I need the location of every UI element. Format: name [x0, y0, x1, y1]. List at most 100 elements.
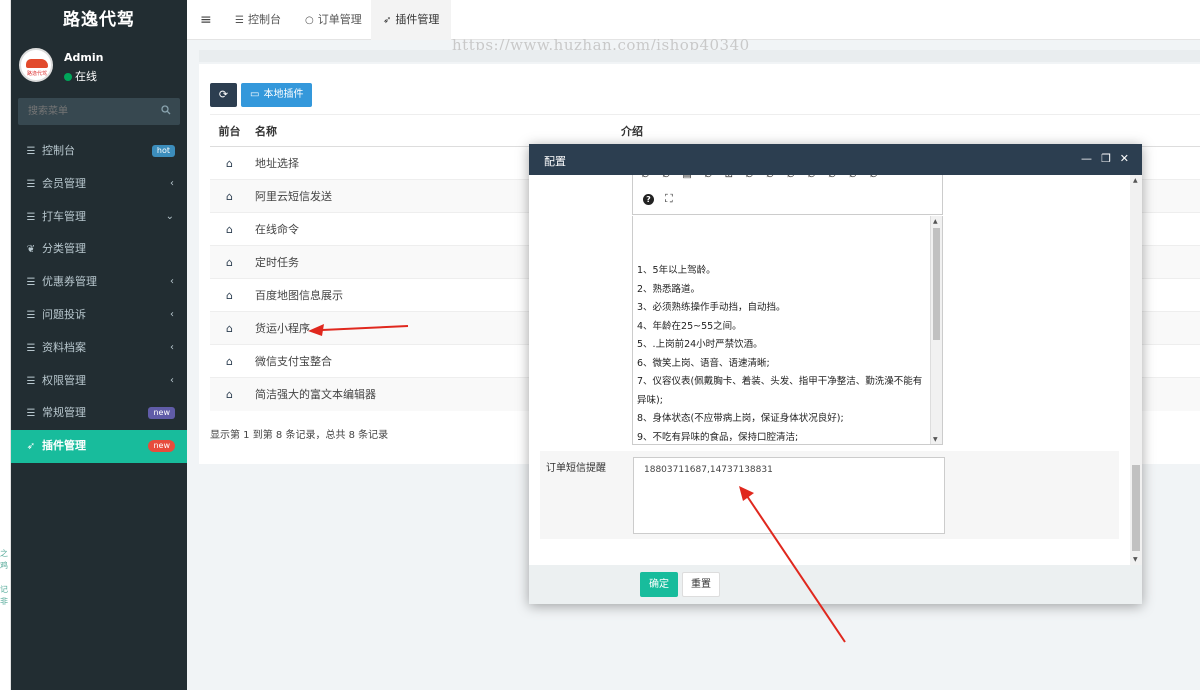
left-edge-strip: 之鸡记非	[0, 0, 11, 690]
editor-line: 4、年龄在25~55之间。	[637, 320, 742, 332]
modal-scrollbar[interactable]: ▲ ▼	[1130, 175, 1142, 565]
scrollbar-thumb[interactable]	[933, 228, 940, 340]
sidebar-item-label: 会员管理	[42, 176, 86, 190]
sidebar-menu: ☰ 控制台 hot ☰ 会员管理 ‹ ☰ 打车管理 ⌄ ❦ 分类管理 ☰ 优惠券管理 ‹ ☰ 问题投…	[11, 135, 187, 463]
minimize-icon[interactable]: —	[1081, 152, 1092, 165]
chevron-left-icon: ‹	[170, 341, 174, 353]
list-icon: ☰	[26, 375, 36, 387]
maximize-icon[interactable]: ❐	[1101, 152, 1111, 165]
online-dot-icon	[64, 73, 72, 81]
scroll-down-icon[interactable]: ▼	[933, 436, 938, 443]
tab-orders[interactable]: ○ 订单管理	[293, 0, 374, 40]
table-header-row: 前台 名称 介绍	[210, 114, 1200, 147]
tab-label: 订单管理	[317, 13, 362, 26]
sidebar-item-label: 常规管理	[42, 406, 86, 420]
sidebar-item-general[interactable]: ☰ 常规管理 new	[11, 397, 187, 430]
editor-line: 7、仪容仪表(佩戴胸卡、着装、头发、指甲干净整洁、勤洗澡不能有异味);	[637, 376, 923, 406]
tab-dashboard[interactable]: ☰ 控制台	[223, 0, 293, 40]
help-icon[interactable]: ?	[643, 194, 654, 205]
home-icon[interactable]: ⌂	[226, 157, 233, 170]
sidebar-item-category[interactable]: ❦ 分类管理	[11, 233, 187, 266]
editor-scrollbar[interactable]: ▲ ▼	[930, 216, 942, 444]
column-header[interactable]: 名称	[249, 114, 615, 147]
sidebar-item-taxi[interactable]: ☰ 打车管理 ⌄	[11, 201, 187, 234]
list-icon: ☰	[26, 277, 36, 289]
tab-label: 插件管理	[395, 13, 440, 26]
chevron-left-icon: ‹	[170, 177, 174, 189]
sidebar-item-archives[interactable]: ☰ 资料档案 ‹	[11, 332, 187, 365]
sidebar-item-label: 插件管理	[42, 439, 86, 453]
home-icon[interactable]: ⌂	[226, 256, 233, 269]
chevron-left-icon: ‹	[170, 308, 174, 320]
home-icon[interactable]: ⌂	[226, 388, 233, 401]
sidebar-item-label: 分类管理	[42, 242, 86, 256]
scroll-down-icon[interactable]: ▼	[1133, 556, 1138, 563]
red-arrow-annotation	[739, 486, 846, 643]
sidebar-item-label: 问题投诉	[42, 307, 86, 321]
reset-button[interactable]: 重置	[682, 572, 720, 597]
scroll-up-icon[interactable]: ▲	[1133, 177, 1138, 184]
sidebar-item-dashboard[interactable]: ☰ 控制台 hot	[11, 135, 187, 168]
sidebar-item-label: 资料档案	[42, 340, 86, 354]
sidebar-item-label: 权限管理	[42, 373, 86, 387]
scroll-up-icon[interactable]: ▲	[933, 218, 938, 225]
content-header-strip	[199, 50, 1200, 62]
editor-line: 5、.上岗前24小时严禁饮酒。	[637, 339, 763, 350]
sidebar-item-members[interactable]: ☰ 会员管理 ‹	[11, 168, 187, 201]
home-icon[interactable]: ⌂	[226, 223, 233, 236]
modal-title: 配置	[544, 155, 566, 168]
rocket-icon: ➶	[383, 15, 392, 26]
editor-toolbar-row[interactable]: ∅∅▤∅⊞∅∅∅∅∅∅∅	[632, 175, 943, 182]
list-icon: ☰	[26, 178, 36, 190]
rich-text-editor[interactable]: 1、5年以上驾龄。 2、熟悉路道。 3、必须熟练操作手动挡，自动挡。 4、年龄在…	[632, 216, 943, 445]
local-plugins-label: 本地插件	[263, 89, 304, 100]
home-icon[interactable]: ⌂	[226, 355, 233, 368]
menu-toggle-icon[interactable]: ≡	[200, 12, 212, 28]
tab-label: 控制台	[247, 13, 281, 26]
pagination-info: 显示第 1 到第 8 条记录，总共 8 条记录	[210, 430, 389, 441]
laptop-icon: ▭	[250, 89, 260, 100]
refresh-icon: ⟳	[218, 88, 229, 101]
search-icon[interactable]	[161, 105, 171, 115]
editor-line: 6、微笑上岗、语音、语速清晰;	[637, 357, 770, 369]
sidebar-search	[18, 98, 180, 125]
editor-line: 9、不吃有异味的食品，保持口腔清洁;	[637, 431, 799, 443]
topbar: ≡ ☰ 控制台 ○ 订单管理 ➶ 插件管理	[187, 0, 1200, 40]
new-badge: new	[148, 407, 175, 420]
sidebar-item-plugins[interactable]: ➶ 插件管理 new	[11, 430, 187, 463]
modal-header: 配置 — ❐ ✕	[529, 144, 1142, 175]
list-icon: ☰	[235, 15, 244, 26]
chevron-left-icon: ‹	[170, 276, 174, 288]
user-status-text: 在线	[75, 70, 97, 83]
column-header[interactable]: 前台	[210, 114, 249, 147]
brand-title: 路逸代驾	[11, 0, 187, 40]
avatar[interactable]: 路逸代驾	[19, 48, 53, 82]
editor-content: 1、5年以上驾龄。 2、熟悉路道。 3、必须熟练操作手动挡，自动挡。 4、年龄在…	[637, 262, 929, 444]
user-panel: 路逸代驾 Admin 在线	[11, 40, 187, 94]
home-icon[interactable]: ⌂	[226, 322, 233, 335]
confirm-button[interactable]: 确定	[640, 572, 678, 597]
list-icon: ☰	[26, 146, 36, 157]
chevron-down-icon: ⌄	[165, 210, 174, 222]
list-icon: ☰	[26, 342, 36, 354]
sidebar-item-coupons[interactable]: ☰ 优惠券管理 ‹	[11, 266, 187, 299]
tab-plugins[interactable]: ➶ 插件管理	[371, 0, 452, 40]
scrollbar-thumb[interactable]	[1132, 465, 1140, 551]
list-icon: ☰	[26, 408, 36, 420]
close-icon[interactable]: ✕	[1120, 152, 1129, 165]
chevron-left-icon: ‹	[170, 374, 174, 386]
home-icon[interactable]: ⌂	[226, 289, 233, 302]
list-icon: ☰	[26, 309, 36, 321]
sidebar-item-complaints[interactable]: ☰ 问题投诉 ‹	[11, 299, 187, 332]
sidebar: 路逸代驾 路逸代驾 Admin 在线 ☰ 控制台 hot ☰ 会员管理 ‹ ☰ 打车管理 ⌄…	[11, 0, 187, 690]
home-icon[interactable]: ⌂	[226, 190, 233, 203]
local-plugins-button[interactable]: ▭ 本地插件	[241, 83, 313, 107]
sidebar-item-permissions[interactable]: ☰ 权限管理 ‹	[11, 365, 187, 398]
search-input[interactable]	[18, 98, 180, 125]
avatar-text: 路逸代驾	[26, 71, 47, 77]
fullscreen-icon[interactable]: ⛶	[665, 192, 673, 206]
refresh-button[interactable]: ⟳	[210, 83, 237, 107]
hot-badge: hot	[151, 145, 175, 157]
column-header[interactable]: 介绍	[615, 114, 1200, 147]
editor-line: 3、必须熟练操作手动挡，自动挡。	[637, 302, 786, 313]
